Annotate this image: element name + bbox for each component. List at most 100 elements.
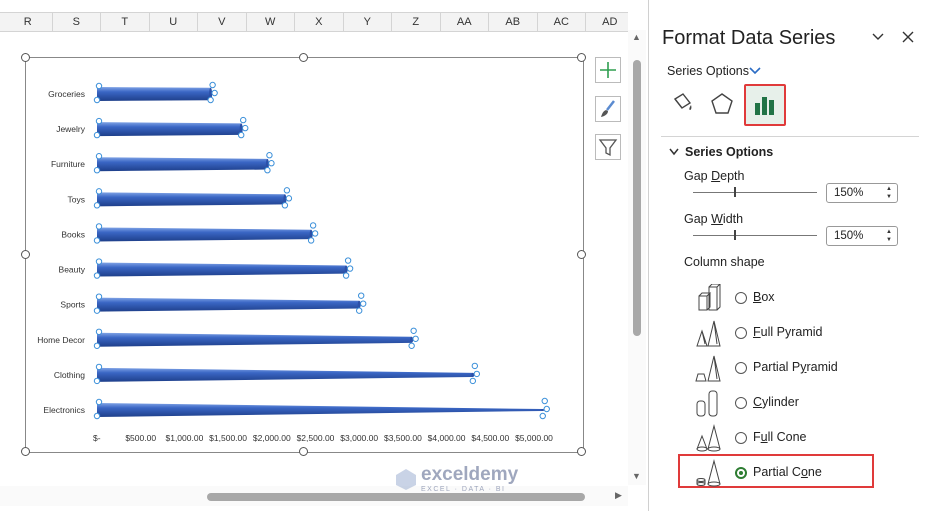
point-selection-marker[interactable] <box>281 202 289 209</box>
tab-effects[interactable] <box>704 86 740 122</box>
gap-depth-slider-knob[interactable] <box>733 187 736 197</box>
column-header-T[interactable]: T <box>101 13 150 31</box>
point-selection-marker[interactable] <box>473 370 481 378</box>
point-selection-marker[interactable] <box>543 405 550 413</box>
point-selection-marker[interactable] <box>93 202 101 209</box>
vertical-scroll-thumb[interactable] <box>633 60 641 336</box>
point-selection-marker[interactable] <box>95 117 103 125</box>
radio-full-cone[interactable] <box>735 432 747 444</box>
point-selection-marker[interactable] <box>356 307 363 314</box>
point-selection-marker[interactable] <box>408 342 415 349</box>
point-selection-marker[interactable] <box>410 327 417 334</box>
bar-beauty[interactable] <box>93 257 354 279</box>
scroll-down-icon[interactable]: ▼ <box>632 471 641 481</box>
bar-shape[interactable] <box>97 297 360 312</box>
radio-full-pyramid[interactable] <box>735 327 747 339</box>
resize-handle-bl[interactable] <box>21 447 30 456</box>
column-header-Z[interactable]: Z <box>392 13 441 31</box>
spin-up-icon[interactable]: ▲ <box>886 186 892 192</box>
point-selection-marker[interactable] <box>240 116 247 124</box>
radio-box[interactable] <box>735 292 747 304</box>
shape-option-cylinder[interactable]: Cylinder <box>693 389 913 419</box>
bar-jewelry[interactable] <box>93 116 249 139</box>
series-options-dropdown[interactable]: Series Options <box>667 64 749 78</box>
point-selection-marker[interactable] <box>242 124 249 132</box>
gap-width-spinner[interactable]: 150% ▲ ▼ <box>826 226 898 246</box>
spin-up-icon[interactable]: ▲ <box>886 229 892 235</box>
bar-toys[interactable] <box>93 187 293 209</box>
bar-electronics[interactable] <box>93 397 550 420</box>
shape-option-partial-cone[interactable]: Partial Cone <box>693 459 913 489</box>
point-selection-marker[interactable] <box>266 152 273 159</box>
gap-depth-value[interactable]: 150% <box>834 187 863 199</box>
point-selection-marker[interactable] <box>95 82 103 90</box>
point-selection-marker[interactable] <box>311 230 319 237</box>
bar-shape[interactable] <box>97 192 285 207</box>
bar-shape[interactable] <box>97 157 268 172</box>
gap-width-slider[interactable] <box>693 230 817 240</box>
bar-chart[interactable]: Groceries Jewelry Furniture Toys Books Beauty… <box>26 58 583 452</box>
point-selection-marker[interactable] <box>268 160 275 167</box>
resize-handle-br[interactable] <box>577 447 586 456</box>
resize-handle-tr[interactable] <box>577 53 586 62</box>
point-selection-marker[interactable] <box>264 167 271 174</box>
bar-furniture[interactable] <box>93 152 275 174</box>
bar-shape[interactable] <box>97 403 543 417</box>
point-selection-marker[interactable] <box>238 131 245 139</box>
gap-width-slider-knob[interactable] <box>733 230 736 240</box>
point-selection-marker[interactable] <box>95 363 103 371</box>
column-header-R[interactable]: R <box>4 13 53 31</box>
column-header-U[interactable]: U <box>150 13 198 31</box>
point-selection-marker[interactable] <box>360 300 367 307</box>
point-selection-marker[interactable] <box>95 258 103 265</box>
point-selection-marker[interactable] <box>93 412 101 420</box>
bar-shape[interactable] <box>97 262 347 277</box>
bar-books[interactable] <box>93 222 319 244</box>
bar-sports[interactable] <box>93 292 367 314</box>
column-header-W[interactable]: W <box>247 13 295 31</box>
bar-groceries[interactable] <box>93 81 218 104</box>
point-selection-marker[interactable] <box>358 292 365 299</box>
point-selection-marker[interactable] <box>93 167 101 174</box>
point-selection-marker[interactable] <box>95 223 103 230</box>
point-selection-marker[interactable] <box>93 237 101 244</box>
point-selection-marker[interactable] <box>346 265 354 272</box>
point-selection-marker[interactable] <box>309 222 317 229</box>
resize-handle-bm[interactable] <box>299 447 308 456</box>
spin-down-icon[interactable]: ▼ <box>886 237 892 243</box>
tab-fill-line[interactable] <box>664 86 700 122</box>
point-selection-marker[interactable] <box>541 397 548 405</box>
point-selection-marker[interactable] <box>95 398 103 406</box>
bar-home-decor[interactable] <box>93 327 419 349</box>
column-header-AC[interactable]: AC <box>538 13 586 31</box>
shape-option-box[interactable]: Box <box>693 284 913 314</box>
bar-shape[interactable] <box>97 367 473 382</box>
chevron-down-icon[interactable] <box>669 148 679 156</box>
shape-option-partial-pyramid[interactable]: Partial Pyramid <box>693 354 913 384</box>
resize-handle-tm[interactable] <box>299 53 308 62</box>
bar-shape[interactable] <box>97 122 242 137</box>
point-selection-marker[interactable] <box>469 377 477 385</box>
point-selection-marker[interactable] <box>95 188 103 195</box>
bar-shape[interactable] <box>97 87 211 101</box>
gap-depth-slider[interactable] <box>693 187 817 197</box>
scroll-right-icon[interactable]: ▶ <box>615 490 622 501</box>
column-header-V[interactable]: V <box>198 13 247 31</box>
chart-area[interactable]: Groceries Jewelry Furniture Toys Books Beauty… <box>25 57 584 453</box>
gap-depth-spinner[interactable]: 150% ▲ ▼ <box>826 183 898 203</box>
horizontal-scroll-thumb[interactable] <box>207 493 585 501</box>
point-selection-marker[interactable] <box>93 96 101 104</box>
column-header-AA[interactable]: AA <box>441 13 489 31</box>
point-selection-marker[interactable] <box>95 328 103 335</box>
column-header-AD[interactable]: AD <box>586 13 628 31</box>
point-selection-marker[interactable] <box>344 257 352 264</box>
point-selection-marker[interactable] <box>209 81 216 89</box>
point-selection-marker[interactable] <box>412 335 419 342</box>
point-selection-marker[interactable] <box>93 272 101 279</box>
chevron-down-icon[interactable] <box>871 30 885 44</box>
resize-handle-mr[interactable] <box>577 250 586 259</box>
horizontal-scrollbar[interactable]: ▶ <box>0 486 628 506</box>
radio-partial-pyramid[interactable] <box>735 362 747 374</box>
bar-shape[interactable] <box>97 227 312 242</box>
vertical-scrollbar[interactable]: ▲ ▼ <box>628 30 646 485</box>
